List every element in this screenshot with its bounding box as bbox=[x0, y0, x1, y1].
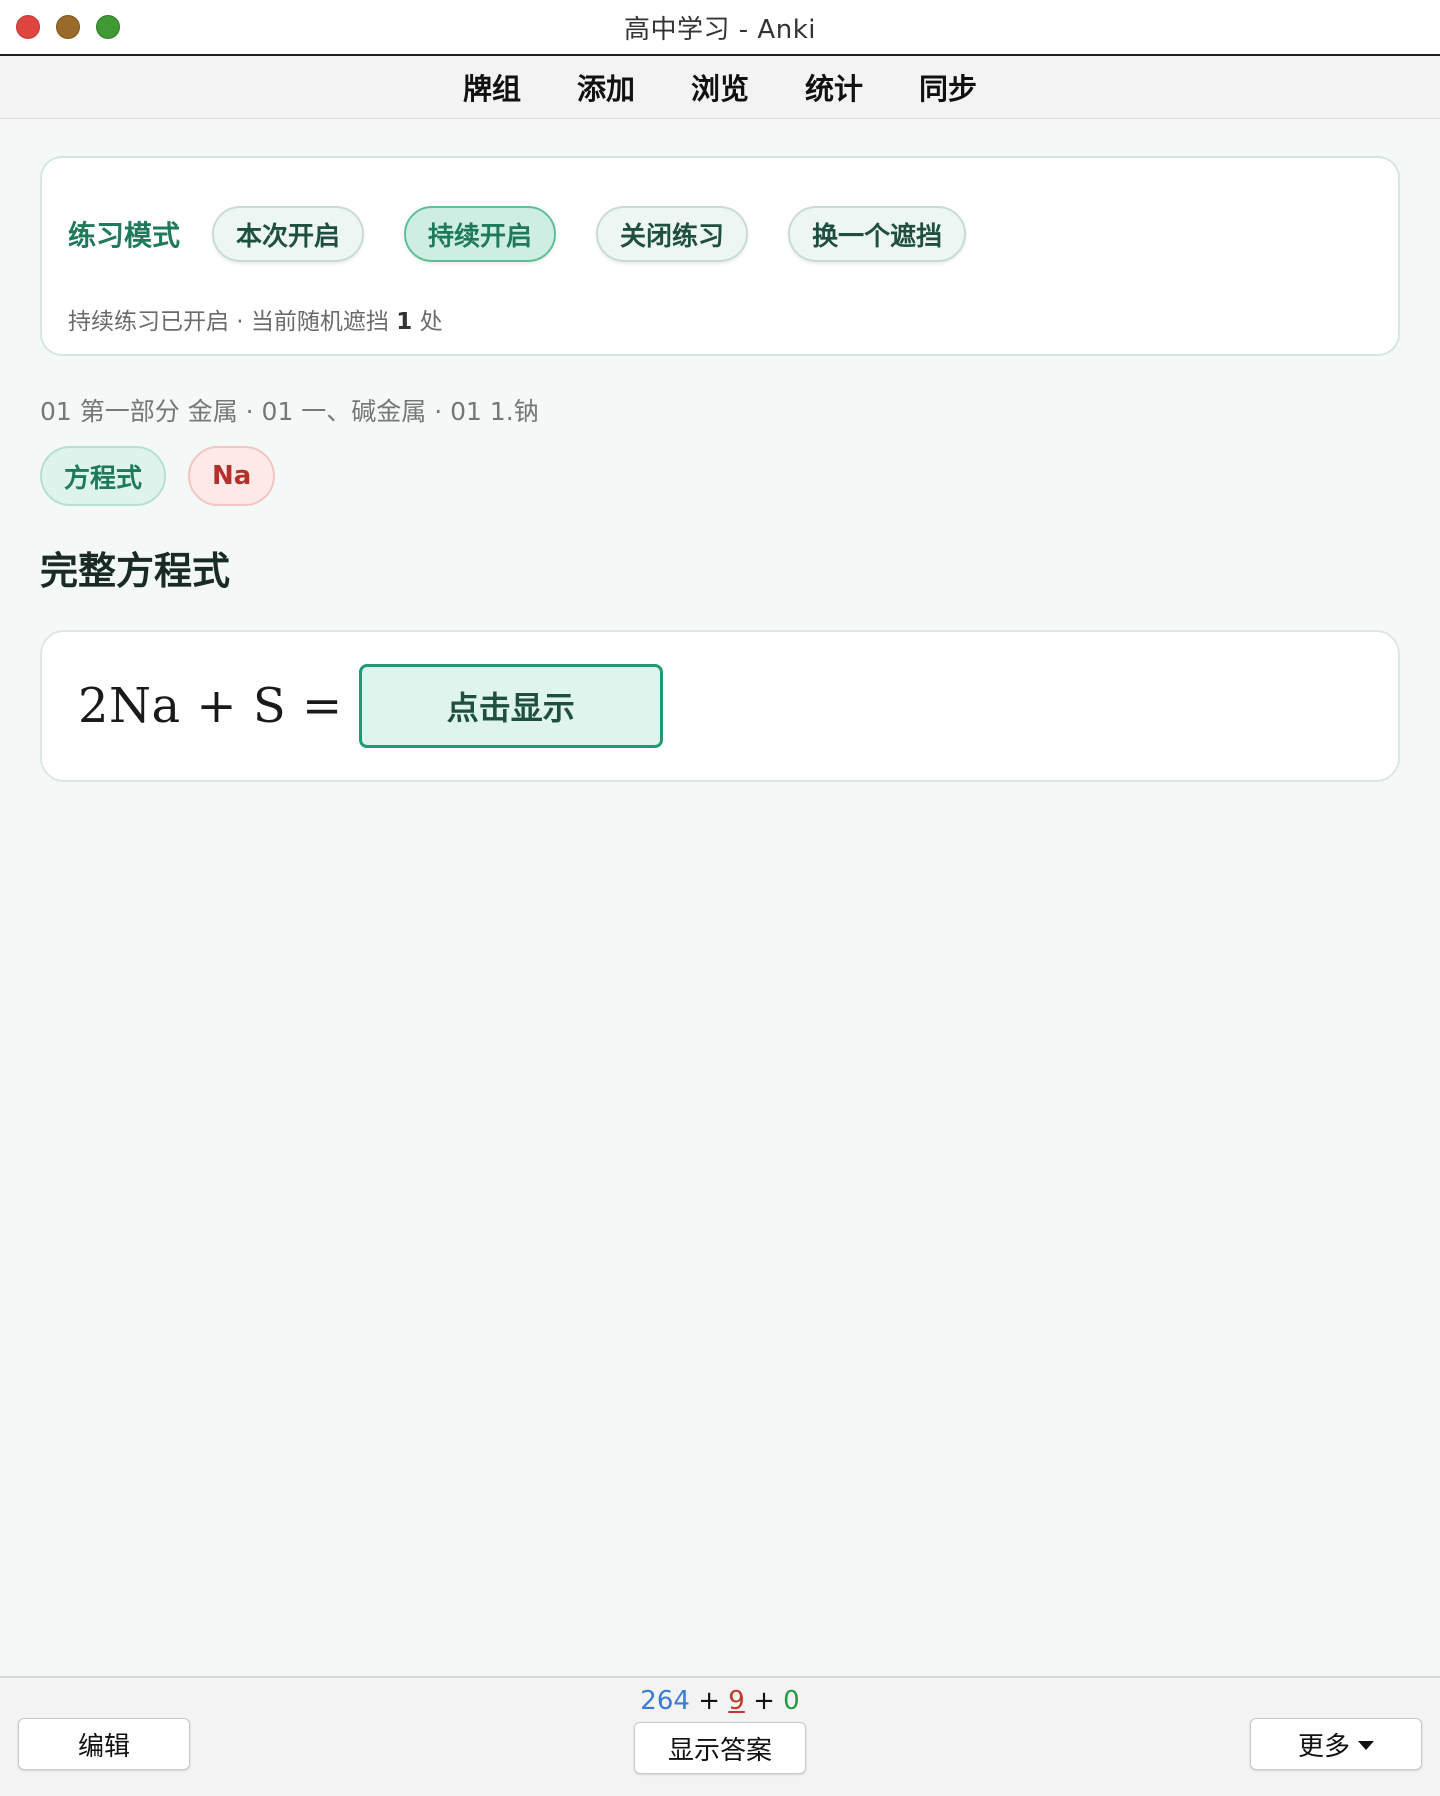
chevron-down-icon bbox=[1358, 1740, 1374, 1750]
practice-status-text: 持续练习已开启 · 当前随机遮挡 1 处 bbox=[68, 302, 443, 336]
practice-mask-count: 1 bbox=[396, 309, 413, 335]
menu-sync[interactable]: 同步 bbox=[919, 66, 977, 108]
menu-add[interactable]: 添加 bbox=[577, 66, 635, 108]
tag-equation: 方程式 bbox=[40, 446, 167, 506]
practice-mode-panel: 练习模式 本次开启 持续开启 关闭练习 换一个遮挡 持续练习已开启 · 当前随机… bbox=[40, 156, 1400, 356]
menu-browse[interactable]: 浏览 bbox=[691, 66, 749, 108]
menu-stats[interactable]: 统计 bbox=[805, 66, 863, 108]
card-content: 练习模式 本次开启 持续开启 关闭练习 换一个遮挡 持续练习已开启 · 当前随机… bbox=[0, 120, 1440, 1676]
minimize-window-button[interactable] bbox=[56, 15, 80, 39]
count-separator: + bbox=[698, 1686, 720, 1716]
practice-mode-row: 练习模式 本次开启 持续开启 关闭练习 换一个遮挡 bbox=[68, 206, 1006, 262]
more-button[interactable]: 更多 bbox=[1250, 1718, 1422, 1770]
count-separator: + bbox=[753, 1686, 775, 1716]
show-answer-button[interactable]: 显示答案 bbox=[634, 1722, 806, 1774]
window-title: 高中学习 - Anki bbox=[624, 14, 816, 45]
practice-status-prefix: 持续练习已开启 · 当前随机遮挡 bbox=[68, 309, 397, 335]
practice-off-button[interactable]: 关闭练习 bbox=[596, 206, 749, 262]
section-title: 完整方程式 bbox=[40, 549, 231, 593]
equation-left-side: 2Na + S = bbox=[78, 678, 343, 734]
new-count: 264 bbox=[640, 1686, 690, 1716]
title-bar: 高中学习 - Anki bbox=[0, 0, 1440, 56]
review-count: 0 bbox=[783, 1686, 800, 1716]
change-mask-button[interactable]: 换一个遮挡 bbox=[788, 206, 967, 262]
bottom-bar: 264 + 9 + 0 编辑 显示答案 更多 bbox=[0, 1676, 1440, 1796]
reveal-answer-button[interactable]: 点击显示 bbox=[358, 664, 663, 748]
practice-status-suffix: 处 bbox=[412, 309, 443, 335]
practice-mode-label: 练习模式 bbox=[68, 219, 181, 252]
window-controls bbox=[16, 15, 120, 39]
maximize-window-button[interactable] bbox=[96, 15, 120, 39]
practice-continuous-button[interactable]: 持续开启 bbox=[404, 206, 557, 262]
equation-card: 2Na + S = 点击显示 bbox=[40, 630, 1400, 782]
due-counts: 264 + 9 + 0 bbox=[0, 1686, 1440, 1716]
learn-count: 9 bbox=[728, 1686, 745, 1716]
more-button-label: 更多 bbox=[1297, 1731, 1350, 1762]
edit-button[interactable]: 编辑 bbox=[18, 1718, 190, 1770]
tag-element: Na bbox=[188, 446, 276, 506]
tag-list: 方程式 Na bbox=[40, 446, 276, 506]
practice-once-button[interactable]: 本次开启 bbox=[212, 206, 365, 262]
menu-decks[interactable]: 牌组 bbox=[463, 66, 521, 108]
breadcrumb: 01 第一部分 金属 · 01 一、碱金属 · 01 1.钠 bbox=[40, 397, 539, 426]
top-menu: 牌组 添加 浏览 统计 同步 bbox=[0, 56, 1440, 119]
close-window-button[interactable] bbox=[16, 15, 40, 39]
